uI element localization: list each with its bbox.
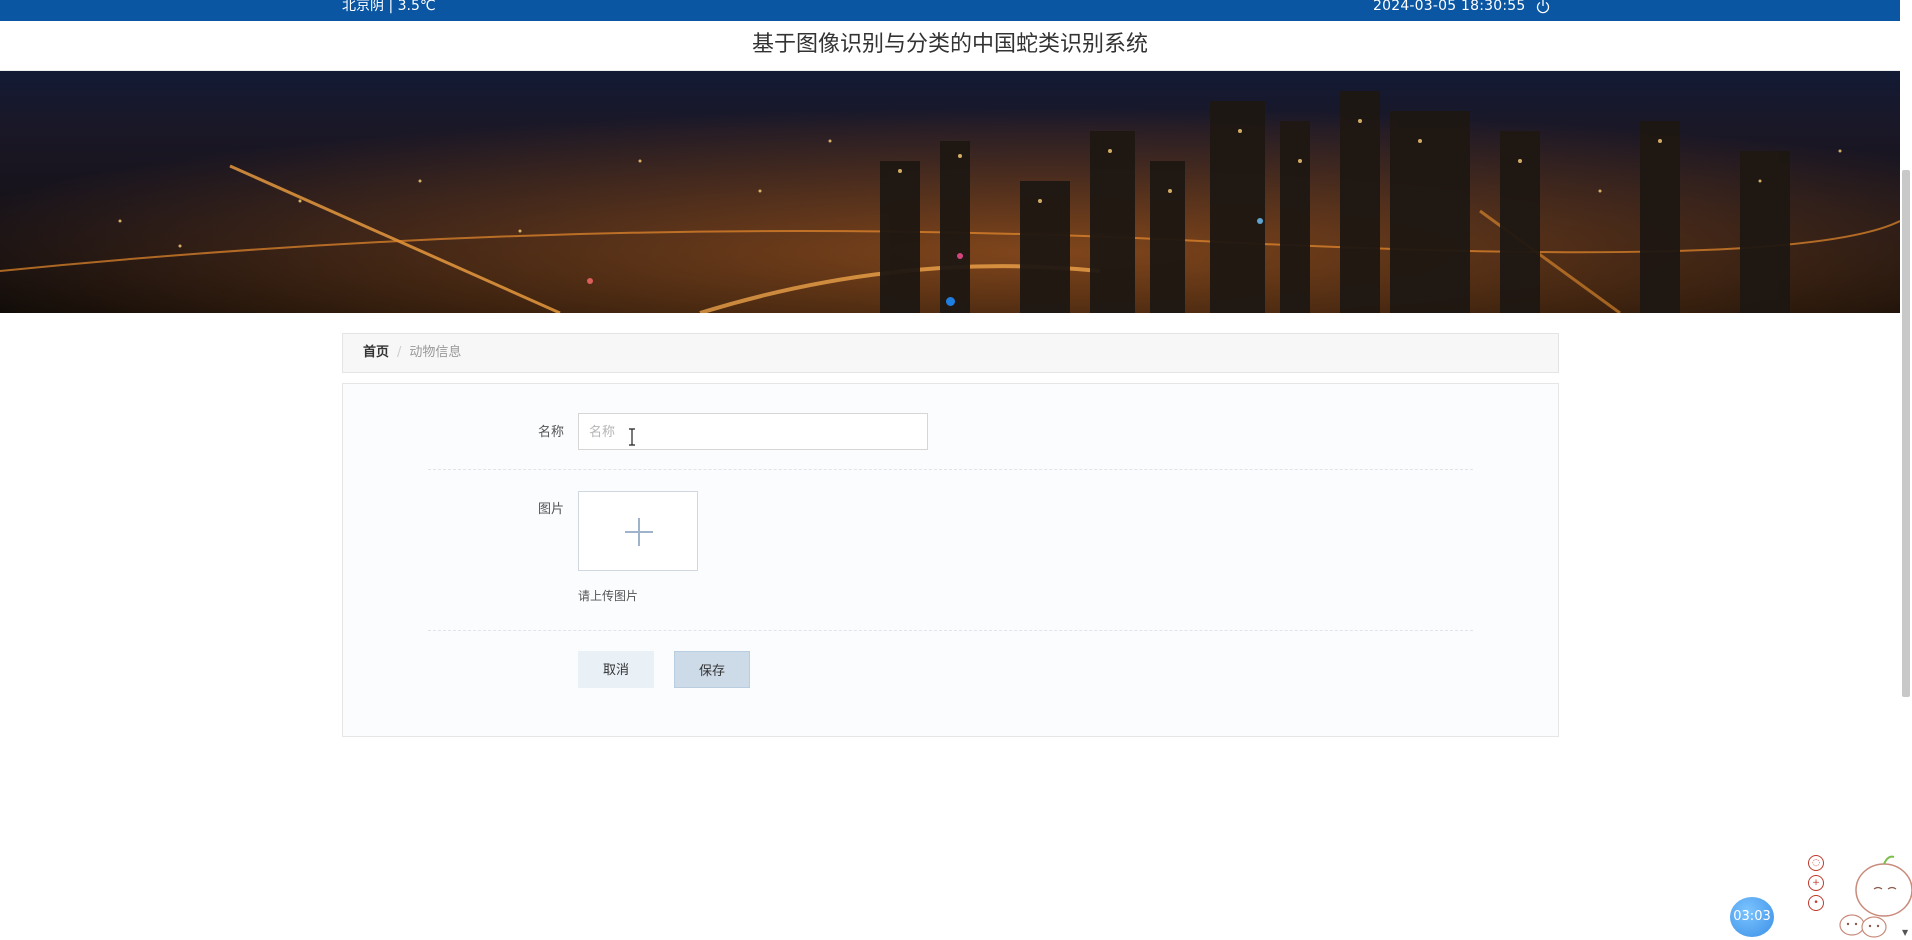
timer-badge[interactable]: 03:03 [1730,897,1774,937]
mascot-icon[interactable] [1836,845,1912,940]
scrollbar[interactable]: ▼ [1900,0,1912,940]
form-divider [428,630,1473,631]
upload-hint: 请上传图片 [578,589,639,603]
image-label: 图片 [537,502,564,517]
carousel-dot[interactable] [946,297,955,306]
side-icon-group: ◌ + • [1808,855,1828,915]
breadcrumb: 首页 / 动物信息 [342,333,1559,373]
breadcrumb-separator: / [397,345,402,360]
power-icon[interactable] [1535,0,1551,15]
weather-text: 北京阴 | 3.5℃ [342,0,436,14]
image-upload-button[interactable] [578,491,698,571]
breadcrumb-home[interactable]: 首页 [363,345,389,360]
name-label: 名称 [537,425,564,440]
scrollbar-thumb[interactable] [1902,170,1910,697]
cancel-button[interactable]: 取消 [578,651,654,688]
top-bar: 北京阴 | 3.5℃ 2024-03-05 18:30:55 [0,0,1900,21]
page-title: 基于图像识别与分类的中国蛇类识别系统 [751,32,1148,57]
cat-icon[interactable]: • [1808,895,1824,911]
breadcrumb-current: 动物信息 [409,345,462,360]
datetime-text: 2024-03-05 18:30:55 [1373,0,1526,14]
chat-icon[interactable]: ◌ [1808,855,1824,871]
language-icon[interactable]: + [1808,875,1824,891]
header: 基于图像识别与分类的中国蛇类识别系统 [0,21,1900,71]
save-button[interactable]: 保存 [674,651,750,688]
banner-carousel [0,71,1900,313]
text-cursor-icon [629,428,635,446]
form-divider [428,469,1473,470]
city-night-image [0,71,1900,313]
